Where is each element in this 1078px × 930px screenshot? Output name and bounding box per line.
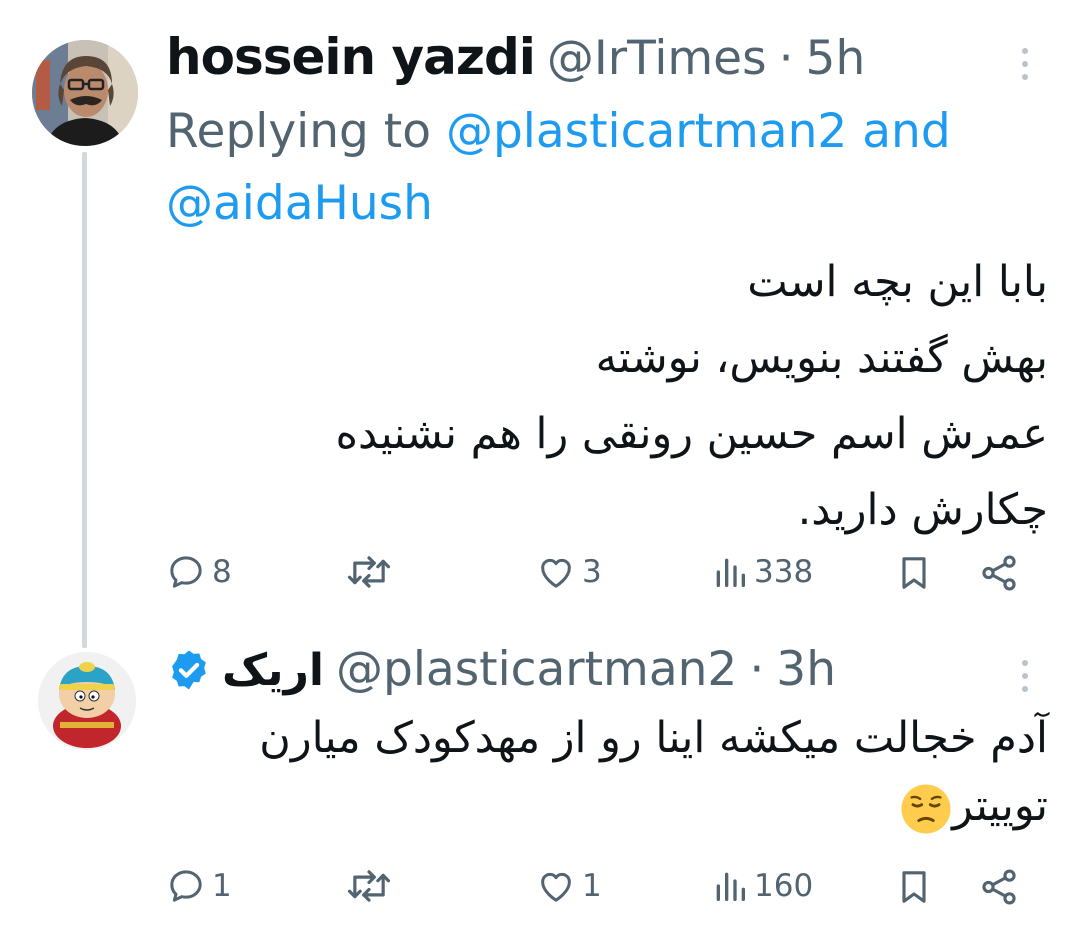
reply-count: 8 bbox=[212, 554, 232, 590]
replying-prefix: Replying to bbox=[166, 104, 431, 159]
reply-button[interactable]: 1 bbox=[166, 866, 232, 906]
author-handle[interactable]: @plasticartman2 bbox=[324, 642, 737, 697]
views-button[interactable]: 160 bbox=[712, 866, 813, 906]
share-icon bbox=[982, 869, 1016, 905]
share-button[interactable] bbox=[978, 552, 1020, 594]
tweet-text-line: بهش گفتند بنویس، نوشته bbox=[595, 333, 1048, 383]
tweet-text-line: عمرش اسم حسین رونقی را هم نشنیده bbox=[335, 409, 1048, 459]
analytics-icon bbox=[716, 872, 745, 901]
tweet-text-line: چکارش دارید. bbox=[797, 485, 1048, 535]
view-count: 160 bbox=[754, 868, 814, 904]
tweet-text-line: بابا این بچه است bbox=[747, 257, 1048, 307]
author-name[interactable]: hossein yazdi bbox=[166, 28, 536, 86]
retweet-button[interactable] bbox=[346, 552, 392, 592]
analytics-icon bbox=[716, 558, 745, 587]
like-button[interactable]: 1 bbox=[536, 866, 602, 906]
reply-icon bbox=[170, 870, 202, 902]
heart-icon bbox=[541, 872, 571, 902]
retweet-button[interactable] bbox=[346, 866, 392, 906]
heart-icon bbox=[541, 558, 571, 588]
views-button[interactable]: 338 bbox=[712, 552, 813, 592]
avatar[interactable] bbox=[38, 652, 136, 750]
separator-dot: · bbox=[778, 31, 794, 86]
separator-dot: · bbox=[749, 642, 765, 697]
retweet-icon bbox=[347, 870, 391, 902]
share-icon bbox=[982, 555, 1016, 591]
tweet-actions: 8 3 338 bbox=[166, 552, 1036, 602]
avatar[interactable] bbox=[32, 40, 138, 146]
mention-link[interactable]: @aidaHush bbox=[166, 176, 433, 231]
mention-link[interactable]: @plasticartman2 bbox=[446, 104, 847, 159]
tweet-header: اریک @plasticartman2 · 3h bbox=[166, 642, 836, 697]
like-button[interactable]: 3 bbox=[536, 552, 602, 592]
tweet-header: hossein yazdi @IrTimes · 5h bbox=[166, 28, 865, 86]
thread-connector-line bbox=[82, 152, 87, 648]
pensive-face-emoji-icon bbox=[901, 783, 951, 834]
avatar-photo-cartman-figure bbox=[38, 652, 136, 750]
verified-badge-icon bbox=[172, 649, 206, 690]
tweet-text-line: توییتر bbox=[952, 781, 1048, 831]
avatar-photo-man-glasses bbox=[32, 40, 138, 146]
tweet-text: آدم خجالت میکشه اینا رو از مهدکودک میارن… bbox=[178, 704, 1048, 840]
reply-count: 1 bbox=[212, 868, 232, 904]
tweet-text-line: آدم خجالت میکشه اینا رو از مهدکودک میارن bbox=[259, 713, 1048, 763]
timestamp[interactable]: 5h bbox=[806, 31, 866, 86]
like-count: 3 bbox=[582, 554, 602, 590]
bookmark-icon bbox=[902, 557, 926, 589]
tweet-actions: 1 1 160 bbox=[166, 866, 1036, 916]
bookmark-button[interactable] bbox=[894, 866, 934, 908]
bookmark-icon bbox=[902, 871, 926, 903]
retweet-icon bbox=[347, 556, 391, 588]
tweet-text: بابا این بچه است بهش گفتند بنویس، نوشته … bbox=[178, 244, 1048, 548]
timestamp[interactable]: 3h bbox=[776, 642, 836, 697]
tweet-text-line-with-emoji: توییتر bbox=[178, 772, 1048, 840]
author-name[interactable]: اریک bbox=[222, 645, 324, 696]
view-count: 338 bbox=[754, 554, 814, 590]
reply-button[interactable]: 8 bbox=[166, 552, 232, 592]
like-count: 1 bbox=[582, 868, 602, 904]
share-button[interactable] bbox=[978, 866, 1020, 908]
bookmark-button[interactable] bbox=[894, 552, 934, 594]
replying-conjunction[interactable]: and bbox=[862, 104, 950, 159]
reply-icon bbox=[170, 556, 202, 588]
replying-to: Replying to @plasticartman2 and @aidaHus… bbox=[166, 96, 1026, 240]
more-options-icon[interactable] bbox=[1020, 660, 1030, 692]
author-handle[interactable]: @IrTimes bbox=[535, 31, 767, 86]
more-options-icon[interactable] bbox=[1020, 48, 1030, 80]
